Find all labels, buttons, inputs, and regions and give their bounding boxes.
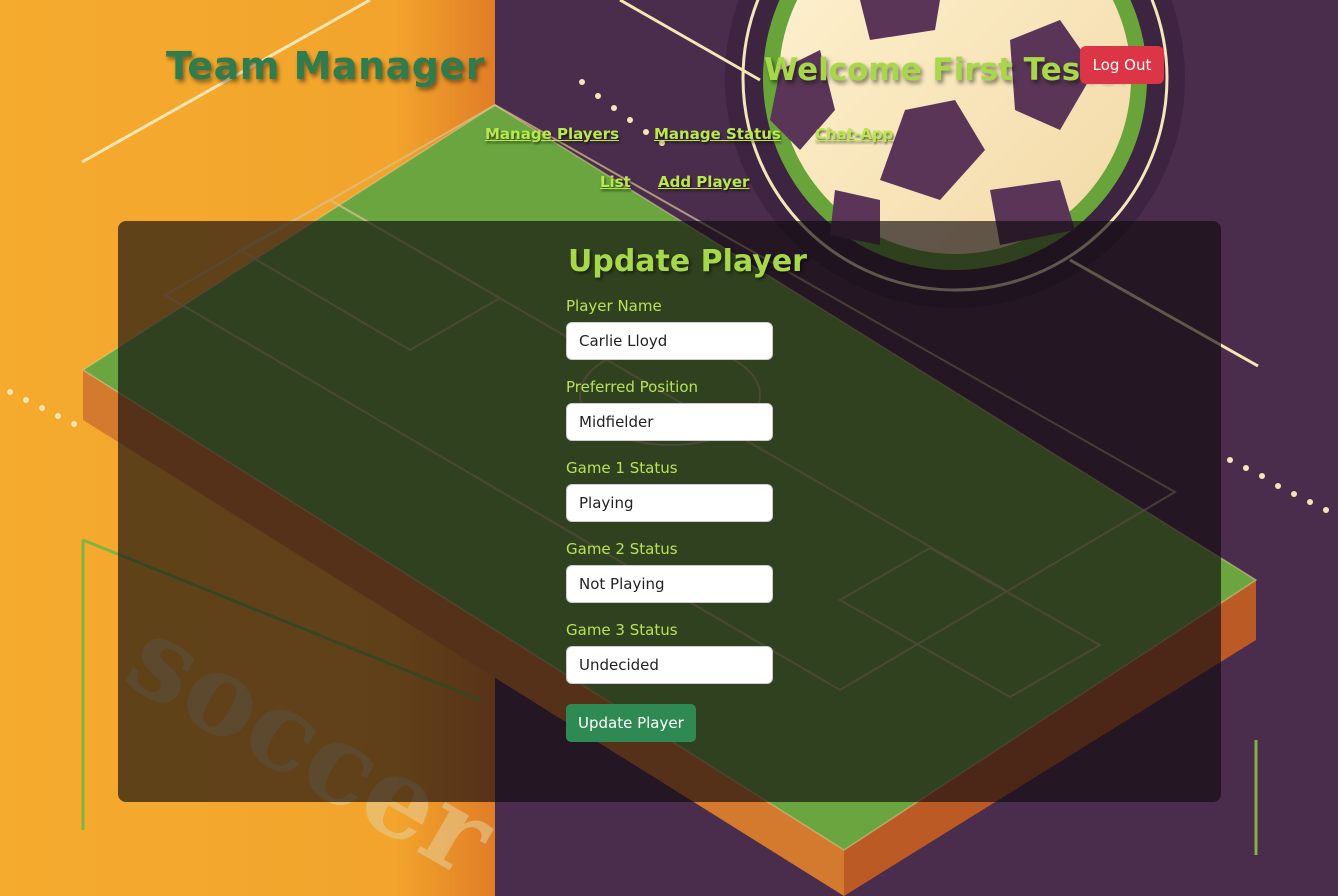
game-2-status-field: Game 2 Status [566,540,866,621]
preferred-position-label: Preferred Position [566,378,699,396]
preferred-position-input[interactable] [566,403,773,441]
game-1-status-label: Game 1 Status [566,459,678,477]
logout-button[interactable]: Log Out [1080,46,1164,84]
app-title: Team Manager [166,44,485,88]
nav-add-player[interactable]: Add Player [658,173,749,191]
game-2-status-input[interactable] [566,565,773,603]
game-1-status-input[interactable] [566,484,773,522]
nav-manage-players[interactable]: Manage Players [485,125,619,143]
nav-list[interactable]: List [600,173,631,191]
update-player-button[interactable]: Update Player [566,704,696,742]
form-heading: Update Player [568,244,807,279]
player-name-label: Player Name [566,297,662,315]
welcome-message: Welcome First Tester [764,52,1132,88]
update-player-form: Update Player Player Name Preferred Posi… [566,244,866,742]
game-3-status-label: Game 3 Status [566,621,678,639]
game-2-status-label: Game 2 Status [566,540,678,558]
player-name-field: Player Name [566,297,866,378]
game-3-status-field: Game 3 Status [566,621,866,702]
nav-manage-status[interactable]: Manage Status [654,125,781,143]
game-3-status-input[interactable] [566,646,773,684]
player-name-input[interactable] [566,322,773,360]
preferred-position-field: Preferred Position [566,378,866,459]
nav-chat-app[interactable]: Chat-App [815,125,893,143]
game-1-status-field: Game 1 Status [566,459,866,540]
